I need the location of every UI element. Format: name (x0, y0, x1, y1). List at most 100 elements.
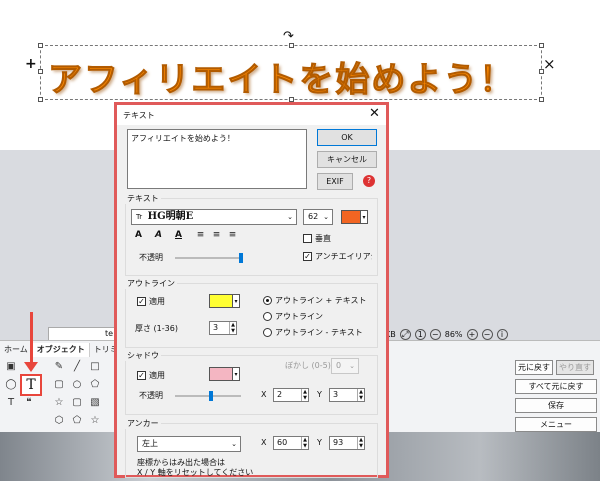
vertical-checkbox[interactable] (303, 234, 312, 243)
shadow-y-stepper[interactable]: 3 ▲ ▼ (329, 388, 365, 402)
close-icon[interactable]: ✕ (369, 106, 380, 121)
resize-handle[interactable] (38, 69, 43, 74)
resize-handle[interactable] (539, 97, 544, 102)
zoom-out-icon[interactable]: − (481, 328, 493, 340)
cube-icon[interactable]: ▧ (88, 396, 102, 410)
text-input-area[interactable]: アフィリエイトを始めよう！ (127, 129, 307, 189)
font-icon[interactable]: T (4, 396, 18, 410)
spin-arrows-icon[interactable]: ▲ ▼ (229, 322, 236, 334)
anchor-note-line2: X / Y 軸をリセットしてください (137, 468, 254, 477)
font-name: HG明朝E (147, 211, 194, 222)
italic-icon[interactable]: A (153, 230, 164, 241)
pentagon-icon[interactable]: ⬠ (70, 414, 84, 428)
outline-plus-text-radio[interactable] (263, 296, 272, 305)
star-icon[interactable]: ☆ (52, 396, 66, 410)
square-icon[interactable]: ▢ (70, 396, 84, 410)
circle-icon[interactable]: ○ (70, 378, 84, 392)
reset-all-button[interactable]: すべて元に戻す (515, 379, 597, 394)
chevron-down-icon[interactable]: ▾ (233, 294, 240, 308)
speech-bubble-icon[interactable]: ◯ (4, 378, 18, 392)
text-group-label: テキスト (125, 193, 161, 204)
zoom-out-icon[interactable]: − (429, 328, 441, 340)
font-select[interactable]: Tr HG明朝E ⌄ (131, 209, 297, 225)
underline-icon[interactable]: A (173, 230, 184, 241)
resize-handle[interactable] (38, 43, 43, 48)
pentagon-icon[interactable]: ⬠ (88, 378, 102, 392)
slider-thumb[interactable] (209, 391, 213, 401)
anchor-position-select[interactable]: 左上 ⌄ (137, 436, 241, 452)
image-icon[interactable]: ▣ (4, 360, 18, 374)
resize-handle[interactable] (38, 97, 43, 102)
rotate-handle-icon[interactable]: ↷ (283, 29, 294, 44)
shadow-color-swatch[interactable] (209, 367, 233, 381)
fit-icon[interactable]: ⤢ (399, 328, 411, 340)
outline-minus-text-radio[interactable] (263, 328, 272, 337)
outline-only-label: アウトライン (275, 312, 323, 321)
undo-button[interactable]: 元に戻す (515, 360, 553, 375)
outline-apply-checkbox[interactable]: ✓ (137, 297, 146, 306)
pen-icon[interactable]: ✎ (52, 360, 66, 374)
close-icon[interactable]: × (543, 55, 556, 73)
rectangle-icon[interactable]: □ (88, 360, 102, 374)
anchor-x-stepper[interactable]: 60 ▲ ▼ (273, 436, 309, 450)
quote-icon[interactable]: ❝ (22, 396, 36, 410)
slider-thumb[interactable] (239, 253, 243, 263)
actual-size-icon[interactable]: 1 (414, 328, 426, 340)
bold-icon[interactable]: A (133, 230, 144, 241)
text-color-swatch[interactable] (341, 210, 361, 224)
text-opacity-slider[interactable] (175, 257, 241, 259)
font-size-select[interactable]: 62 ⌄ (303, 209, 333, 225)
antialias-checkbox[interactable]: ✓ (303, 252, 312, 261)
shadow-opacity-slider[interactable] (175, 395, 241, 397)
cancel-button[interactable]: キャンセル (317, 151, 377, 168)
anchor-y-stepper[interactable]: 93 ▲ ▼ (329, 436, 365, 450)
zoom-in-icon[interactable]: + (466, 328, 478, 340)
outline-only-radio[interactable] (263, 312, 272, 321)
chevron-down-icon: ⌄ (287, 213, 293, 221)
save-button[interactable]: 保存 (515, 398, 597, 413)
outline-color-swatch[interactable] (209, 294, 233, 308)
rounded-rect-icon[interactable]: ▢ (52, 378, 66, 392)
resize-handle[interactable] (539, 43, 544, 48)
align-right-icon[interactable]: ≡ (227, 230, 238, 241)
hexagon-icon[interactable]: ⬡ (52, 414, 66, 428)
red-arrow-head (24, 362, 38, 372)
dialog-titlebar[interactable] (117, 105, 386, 125)
spin-arrows-icon[interactable]: ▲ ▼ (357, 389, 364, 401)
ok-button[interactable]: OK (317, 129, 377, 146)
text-opacity-label: 不透明 (139, 253, 163, 262)
blur-select[interactable]: 0 ⌄ (331, 358, 359, 374)
redo-button[interactable]: やり直す (556, 360, 594, 375)
dialog-title: テキスト (123, 111, 155, 120)
tab-object[interactable]: オブジェクト (32, 343, 90, 357)
line-icon[interactable]: ╱ (70, 360, 84, 374)
info-icon[interactable]: i (496, 328, 508, 340)
star-icon[interactable]: ☆ (88, 414, 102, 428)
font-size-value: 62 (308, 212, 319, 221)
shadow-apply-checkbox[interactable]: ✓ (137, 371, 146, 380)
outline-group (125, 283, 378, 348)
anchor-x-value: 60 (277, 438, 288, 447)
shadow-x-label: X (261, 390, 267, 399)
align-left-icon[interactable]: ≡ (195, 230, 206, 241)
shadow-x-stepper[interactable]: 2 ▲ ▼ (273, 388, 309, 402)
document-name-field[interactable]: te (48, 327, 116, 341)
move-icon[interactable]: + (25, 56, 37, 72)
menu-button[interactable]: メニュー (515, 417, 597, 432)
red-arrow-annotation (30, 312, 33, 368)
tab-home[interactable]: ホーム (0, 343, 33, 357)
blur-label: ぼかし (0-5) (285, 361, 331, 370)
align-center-icon[interactable]: ≡ (211, 230, 222, 241)
thickness-stepper[interactable]: 3 ▲ ▼ (209, 321, 237, 335)
shadow-x-value: 2 (277, 390, 283, 399)
spin-arrows-icon[interactable]: ▲ ▼ (301, 389, 308, 401)
chevron-down-icon[interactable]: ▾ (361, 210, 368, 224)
canvas-title-text[interactable]: アフィリエイトを始めよう！ (47, 52, 515, 101)
outline-plus-text-label: アウトライン + テキスト (275, 296, 367, 305)
spin-arrows-icon[interactable]: ▲ ▼ (301, 437, 308, 449)
text-tool-button[interactable]: T (20, 374, 42, 396)
spin-arrows-icon[interactable]: ▲ ▼ (357, 437, 364, 449)
exif-button[interactable]: EXIF (317, 173, 353, 190)
chevron-down-icon[interactable]: ▾ (233, 367, 240, 381)
help-icon[interactable]: ? (363, 175, 375, 187)
